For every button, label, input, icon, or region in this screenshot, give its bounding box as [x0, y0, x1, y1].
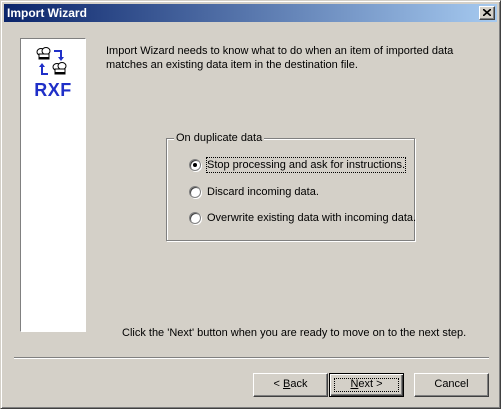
close-icon — [483, 9, 491, 16]
option-overwrite-existing-label[interactable]: Overwrite existing data with incoming da… — [207, 211, 416, 225]
chef-hats-sync-icon — [36, 47, 67, 75]
radio-overwrite-existing[interactable] — [189, 212, 201, 224]
option-stop-processing-label[interactable]: Stop processing and ask for instructions… — [205, 157, 407, 173]
import-wizard-window: Import Wizard RXF Import Wizard needs to… — [0, 0, 501, 409]
duplicate-data-legend: On duplicate data — [174, 132, 265, 144]
next-button[interactable]: Next > — [329, 373, 404, 397]
cancel-button[interactable]: Cancel — [414, 373, 489, 397]
next-step-instruction: Click the 'Next' button when you are rea… — [122, 327, 467, 339]
radio-discard-incoming[interactable] — [189, 186, 201, 198]
radio-stop-processing[interactable] — [189, 159, 201, 171]
back-button[interactable]: < Back — [253, 373, 328, 397]
cancel-button-label: Cancel — [434, 378, 469, 390]
wizard-side-panel: RXF — [20, 38, 86, 332]
window-title: Import Wizard — [7, 6, 87, 20]
close-button[interactable] — [479, 6, 495, 20]
option-discard-incoming-label[interactable]: Discard incoming data. — [207, 185, 319, 199]
back-button-prefix: < — [273, 378, 283, 390]
rxf-logo-text: RXF — [34, 80, 72, 100]
next-button-rest: ext > — [358, 378, 383, 390]
footer-separator — [14, 357, 489, 359]
intro-text: Import Wizard needs to know what to do w… — [106, 45, 454, 71]
back-button-rest: ack — [290, 378, 308, 390]
title-bar[interactable]: Import Wizard — [4, 4, 497, 22]
